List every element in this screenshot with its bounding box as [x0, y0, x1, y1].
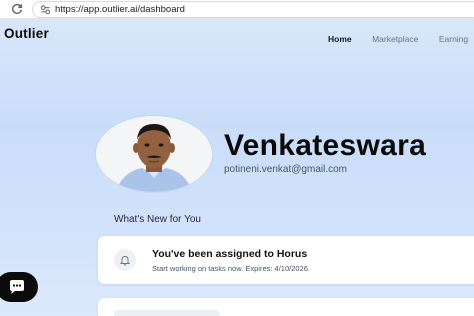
url-text[interactable]: https://app.outlier.ai/dashboard: [55, 3, 185, 17]
profile-email: potineni.venkat@gmail.com: [224, 164, 347, 175]
outlier-logo[interactable]: Outlier: [4, 26, 49, 41]
notification-card[interactable]: You've been assigned to Horus Start work…: [98, 236, 474, 284]
secondary-card[interactable]: [98, 298, 474, 316]
nav-marketplace[interactable]: Marketplace: [372, 34, 418, 44]
site-info-icon[interactable]: [40, 4, 51, 15]
chat-button[interactable]: [0, 272, 38, 302]
user-avatar-icon: [96, 116, 212, 192]
bell-icon: [119, 256, 131, 266]
nav-home[interactable]: Home: [328, 34, 352, 44]
avatar[interactable]: [96, 116, 212, 192]
browser-address-bar: https://app.outlier.ai/dashboard: [0, 0, 474, 19]
notification-body: Start working on tasks now. Expires: 4/1…: [152, 264, 311, 273]
nav-earning[interactable]: Earning: [439, 34, 468, 44]
top-nav: Home Marketplace Earning: [328, 29, 474, 47]
bell-badge: [114, 249, 136, 271]
reload-icon[interactable]: [10, 2, 24, 16]
whats-new-title: What's New for You: [114, 214, 201, 225]
notification-title: You've been assigned to Horus: [152, 248, 308, 260]
profile-name: Venkateswara: [224, 129, 427, 162]
url-field[interactable]: https://app.outlier.ai/dashboard: [32, 1, 474, 18]
chat-icon: [10, 280, 24, 294]
placeholder-bar: [114, 310, 220, 316]
